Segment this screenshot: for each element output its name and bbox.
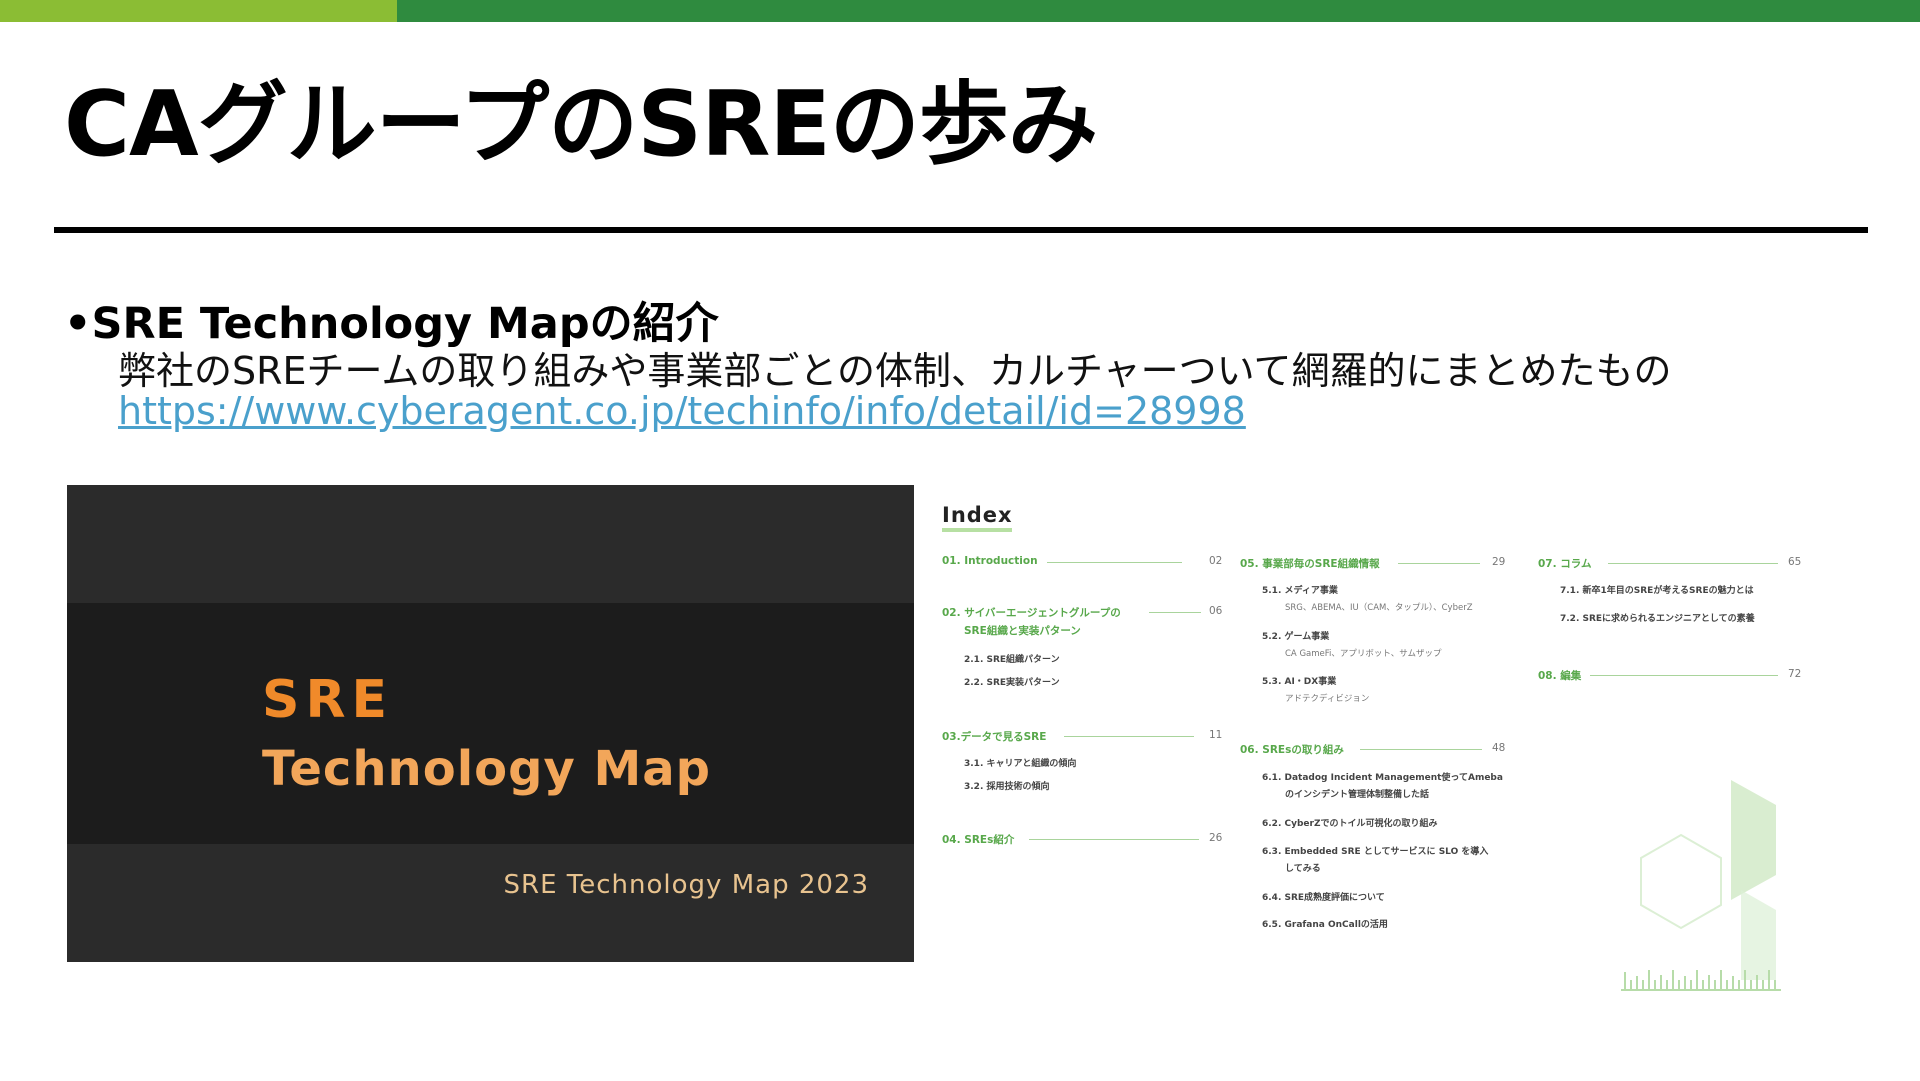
index-sub-3-2: 3.2. 採用技術の傾向 xyxy=(964,782,1050,792)
index-sub-6-3-line2: してみる xyxy=(1285,864,1321,874)
index-page-image: Index 01. Introduction 02 02. サイバーエージェント… xyxy=(924,485,1824,995)
index-sub-6-4: 6.4. SRE成熟度評価について xyxy=(1262,893,1385,903)
index-sub-6-1-line2: のインシデント管理体制整備した話 xyxy=(1285,790,1430,800)
index-sub-5-2: 5.2. ゲーム事業 xyxy=(1262,632,1330,642)
index-entry-06: 06. SREsの取り組み 48 xyxy=(1240,742,1506,756)
top-accent-bar-light xyxy=(0,0,397,22)
svg-text:Technology Map: Technology Map xyxy=(262,741,711,797)
index-sub-3-1: 3.1. キャリアと組織の傾向 xyxy=(964,759,1077,769)
index-entry-07: 07. コラム 65 xyxy=(1538,556,1802,570)
index-sub-7-1: 7.1. 新卒1年目のSREが考えるSREの魅力とは xyxy=(1560,586,1754,596)
index-entry-08: 08. 編集 72 xyxy=(1538,668,1802,682)
index-entry-05: 05. 事業部毎のSRE組織情報 29 xyxy=(1240,556,1506,570)
index-sub-6-1: 6.1. Datadog Incident Management使ってAmeba xyxy=(1262,773,1503,783)
index-sub-7-2: 7.2. SREに求められるエンジニアとしての素養 xyxy=(1560,614,1755,624)
decorative-hexagon-graphic xyxy=(1621,780,1781,991)
techinfo-link[interactable]: https://www.cyberagent.co.jp/techinfo/in… xyxy=(118,389,1246,433)
index-title-underline xyxy=(942,528,1012,532)
index-sub-6-2: 6.2. CyberZでのトイル可視化の取り組み xyxy=(1262,819,1438,829)
index-title: Index xyxy=(942,503,1013,527)
index-entry-02-line2: SRE組織と実装パターン xyxy=(964,625,1081,637)
index-sub-5-1: 5.1. メディア事業 xyxy=(1262,586,1338,596)
index-sub-6-5: 6.5. Grafana OnCallの活用 xyxy=(1262,920,1388,930)
cover-caption: SRE Technology Map 2023 xyxy=(503,870,869,900)
top-accent-bar-dark xyxy=(397,0,1920,22)
slide-title: CAグループのSREの歩み xyxy=(64,72,1098,177)
index-sub-6-3: 6.3. Embedded SRE としてサービスに SLO を導入 xyxy=(1262,847,1489,857)
index-entry-01: 01. Introduction 02 xyxy=(942,555,1223,567)
index-entry-04: 04. SREs紹介 26 xyxy=(942,832,1223,846)
index-sub-2-1: 2.1. SRE組織パターン xyxy=(964,655,1060,665)
index-sub-5-2-detail: CA GameFi、アプリボット、サムザップ xyxy=(1285,649,1442,659)
sre-technology-map-cover-image: SRE Technology Map SRE Technology Map 20… xyxy=(67,485,914,962)
index-entry-02: 02. サイバーエージェントグループの 06 xyxy=(942,605,1223,619)
index-sub-5-1-detail: SRG、ABEMA、IU（CAM、タップル）、CyberZ xyxy=(1285,603,1473,613)
bullet-description: 弊社のSREチームの取り組みや事業部ごとの体制、カルチャーついて網羅的にまとめた… xyxy=(118,349,1672,393)
title-divider xyxy=(54,227,1868,233)
index-sub-5-3-detail: アドテクディビジョン xyxy=(1285,694,1370,704)
sre-technology-map-logo: SRE Technology Map xyxy=(262,670,711,797)
index-sub-5-3: 5.3. AI・DX事業 xyxy=(1262,677,1337,687)
index-entry-03: 03.データで見るSRE 11 xyxy=(942,729,1223,743)
index-sub-2-2: 2.2. SRE実装パターン xyxy=(964,678,1060,688)
svg-text:SRE: SRE xyxy=(262,670,393,730)
slide: CAグループのSREの歩み •SRE Technology Mapの紹介 弊社の… xyxy=(0,0,1920,1081)
